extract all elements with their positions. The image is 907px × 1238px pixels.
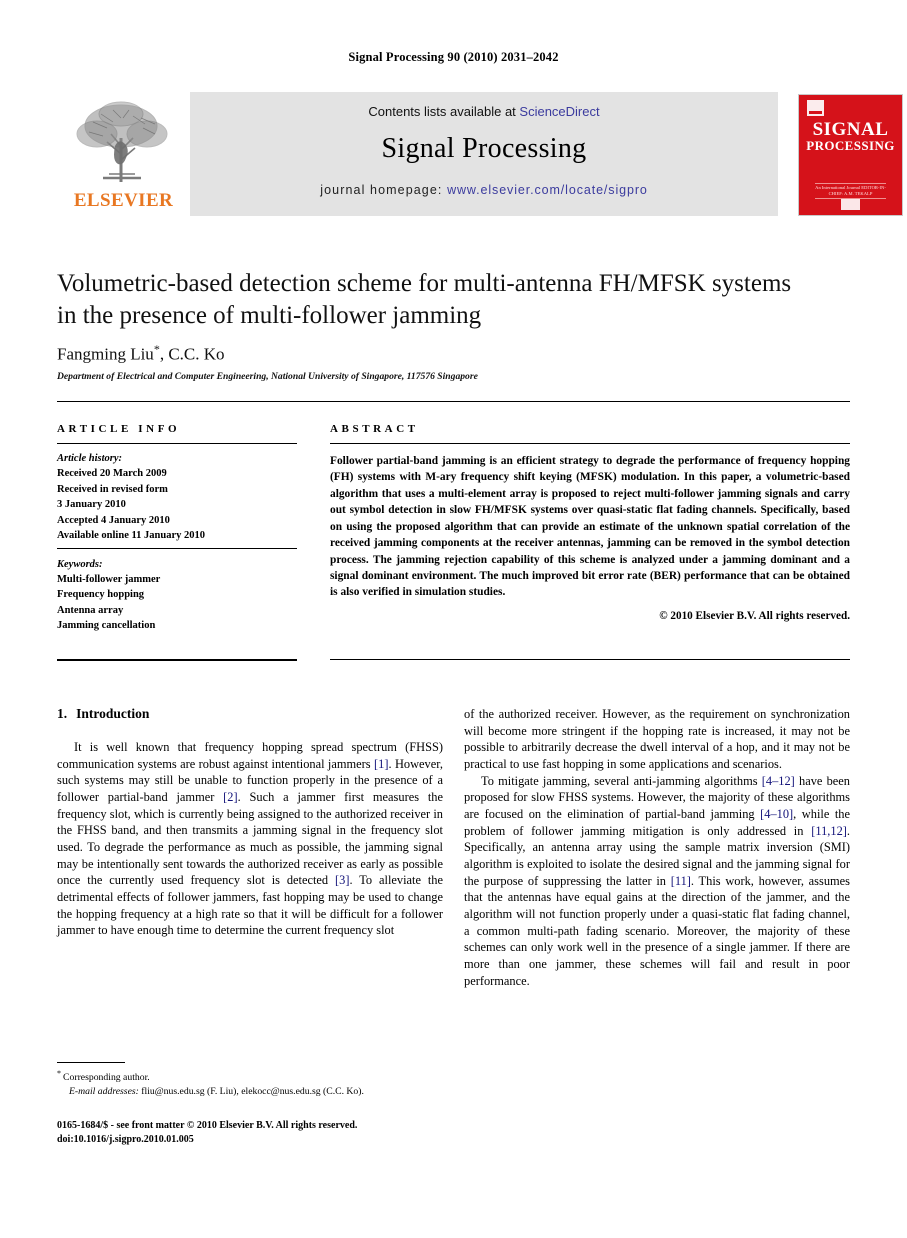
paragraph-intro-1-cont: of the authorized receiver. However, as … <box>464 707 850 772</box>
cover-title-line2: PROCESSING <box>806 138 895 153</box>
history-item: Available online 11 January 2010 <box>57 530 205 542</box>
email-note: E-mail addresses: fliu@nus.edu.sg (F. Li… <box>57 1085 443 1099</box>
running-head: Signal Processing 90 (2010) 2031–2042 <box>348 50 559 64</box>
article-info-column: ARTICLE INFO Article history: Received 2… <box>57 423 297 634</box>
journal-cover-block: SIGNAL PROCESSING An International Journ… <box>792 92 907 216</box>
affiliation: Department of Electrical and Computer En… <box>57 371 478 382</box>
divider-top <box>57 401 850 402</box>
email-addresses[interactable]: fliu@nus.edu.sg (F. Liu), elekocc@nus.ed… <box>139 1086 364 1097</box>
section-heading-introduction: 1. Introduction <box>57 706 443 722</box>
abstract-copyright: © 2010 Elsevier B.V. All rights reserved… <box>659 609 850 622</box>
article-info-rule <box>57 443 297 444</box>
homepage-prefix: journal homepage: <box>320 183 448 197</box>
citation-ref[interactable]: [1] <box>374 757 388 771</box>
abstract-heading: ABSTRACT <box>330 423 419 435</box>
citation-ref[interactable]: [11,12] <box>811 824 847 838</box>
paper-page: Signal Processing 90 (2010) 2031–2042 EL… <box>0 0 907 1238</box>
corresponding-author-text: Corresponding author. <box>63 1072 150 1084</box>
banner-center: Contents lists available at ScienceDirec… <box>190 92 778 216</box>
citation-ref[interactable]: [4–10] <box>760 807 793 821</box>
article-info-heading: ARTICLE INFO <box>57 423 181 435</box>
history-item: 3 January 2010 <box>57 499 126 511</box>
history-item: Accepted 4 January 2010 <box>57 514 170 526</box>
asterisk-icon: * <box>57 1069 62 1078</box>
corresponding-author-note: * Corresponding author. <box>57 1068 443 1085</box>
article-history-label: Article history: <box>57 453 123 464</box>
page-title: Volumetric-based detection scheme for mu… <box>57 270 792 329</box>
citation-ref[interactable]: [3] <box>335 873 349 887</box>
cover-publisher-mark-icon <box>841 199 860 210</box>
article-history: Article history: Received 20 March 2009 … <box>57 451 297 544</box>
author-rest: , C.C. Ko <box>159 344 225 364</box>
history-item: Received 20 March 2009 <box>57 468 167 480</box>
journal-cover-thumbnail[interactable]: SIGNAL PROCESSING An International Journ… <box>798 94 903 216</box>
keywords-label: Keywords: <box>57 558 103 570</box>
author-first: Fangming Liu <box>57 344 154 364</box>
cover-subtitle: An International Journal EDITOR-IN-CHIEF… <box>815 183 886 200</box>
footnote-rule <box>57 1062 125 1063</box>
abstract-rule <box>330 443 850 444</box>
issn-footer: 0165-1684/$ - see front matter © 2010 El… <box>57 1119 457 1147</box>
section-number: 1. <box>57 706 68 721</box>
contents-prefix: Contents lists available at <box>368 104 520 119</box>
history-item: Received in revised form <box>57 483 168 495</box>
journal-homepage-link[interactable]: www.elsevier.com/locate/sigpro <box>447 183 648 197</box>
elsevier-tree-icon <box>63 94 183 189</box>
keyword-item: Jamming cancellation <box>57 620 156 632</box>
divider-bottom-right <box>330 659 850 660</box>
journal-homepage-line: journal homepage: www.elsevier.com/locat… <box>190 183 778 197</box>
keyword-item: Multi-follower jammer <box>57 573 161 585</box>
journal-banner: ELSEVIER Contents lists available at Sci… <box>57 92 907 216</box>
issn-line: 0165-1684/$ - see front matter © 2010 El… <box>57 1120 358 1131</box>
keyword-item: Antenna array <box>57 604 124 616</box>
journal-title: Signal Processing <box>381 133 587 164</box>
citation-ref[interactable]: [11] <box>671 874 691 888</box>
citation-ref[interactable]: [2] <box>223 790 237 804</box>
text-run: . This work, however, assumes that the a… <box>464 873 850 988</box>
article-history-rule <box>57 547 297 549</box>
body-column-right: of the authorized receiver. However, as … <box>464 706 850 989</box>
keyword-item: Frequency hopping <box>57 589 145 601</box>
elsevier-tree-mark-icon <box>807 100 824 116</box>
email-label: E-mail addresses: <box>69 1086 139 1098</box>
contents-lists-line: Contents lists available at ScienceDirec… <box>190 104 778 119</box>
body-column-left: 1. Introduction It is well known that fre… <box>57 706 443 939</box>
elsevier-logo-block: ELSEVIER <box>57 92 190 216</box>
paragraph-intro-2: To mitigate jamming, several anti-jammin… <box>464 773 850 990</box>
abstract-column: ABSTRACT Follower partial-band jamming i… <box>330 423 850 622</box>
keywords-block: Keywords: Multi-follower jammer Frequenc… <box>57 557 297 634</box>
divider-bottom-left <box>57 659 297 661</box>
doi-line[interactable]: doi:10.1016/j.sigpro.2010.01.005 <box>57 1133 457 1147</box>
footnote-block: * Corresponding author. E-mail addresses:… <box>57 1068 443 1099</box>
author-list: Fangming Liu*, C.C. Ko <box>57 342 797 365</box>
text-run: To mitigate jamming, several anti-jammin… <box>481 773 762 788</box>
sciencedirect-link[interactable]: ScienceDirect <box>519 104 599 119</box>
citation-ref[interactable]: [4–12] <box>762 774 795 788</box>
elsevier-wordmark: ELSEVIER <box>73 190 174 211</box>
section-title: Introduction <box>76 706 150 721</box>
abstract-text: Follower partial-band jamming is an effi… <box>330 455 850 599</box>
paragraph-intro-1: It is well known that frequency hopping … <box>57 739 443 939</box>
